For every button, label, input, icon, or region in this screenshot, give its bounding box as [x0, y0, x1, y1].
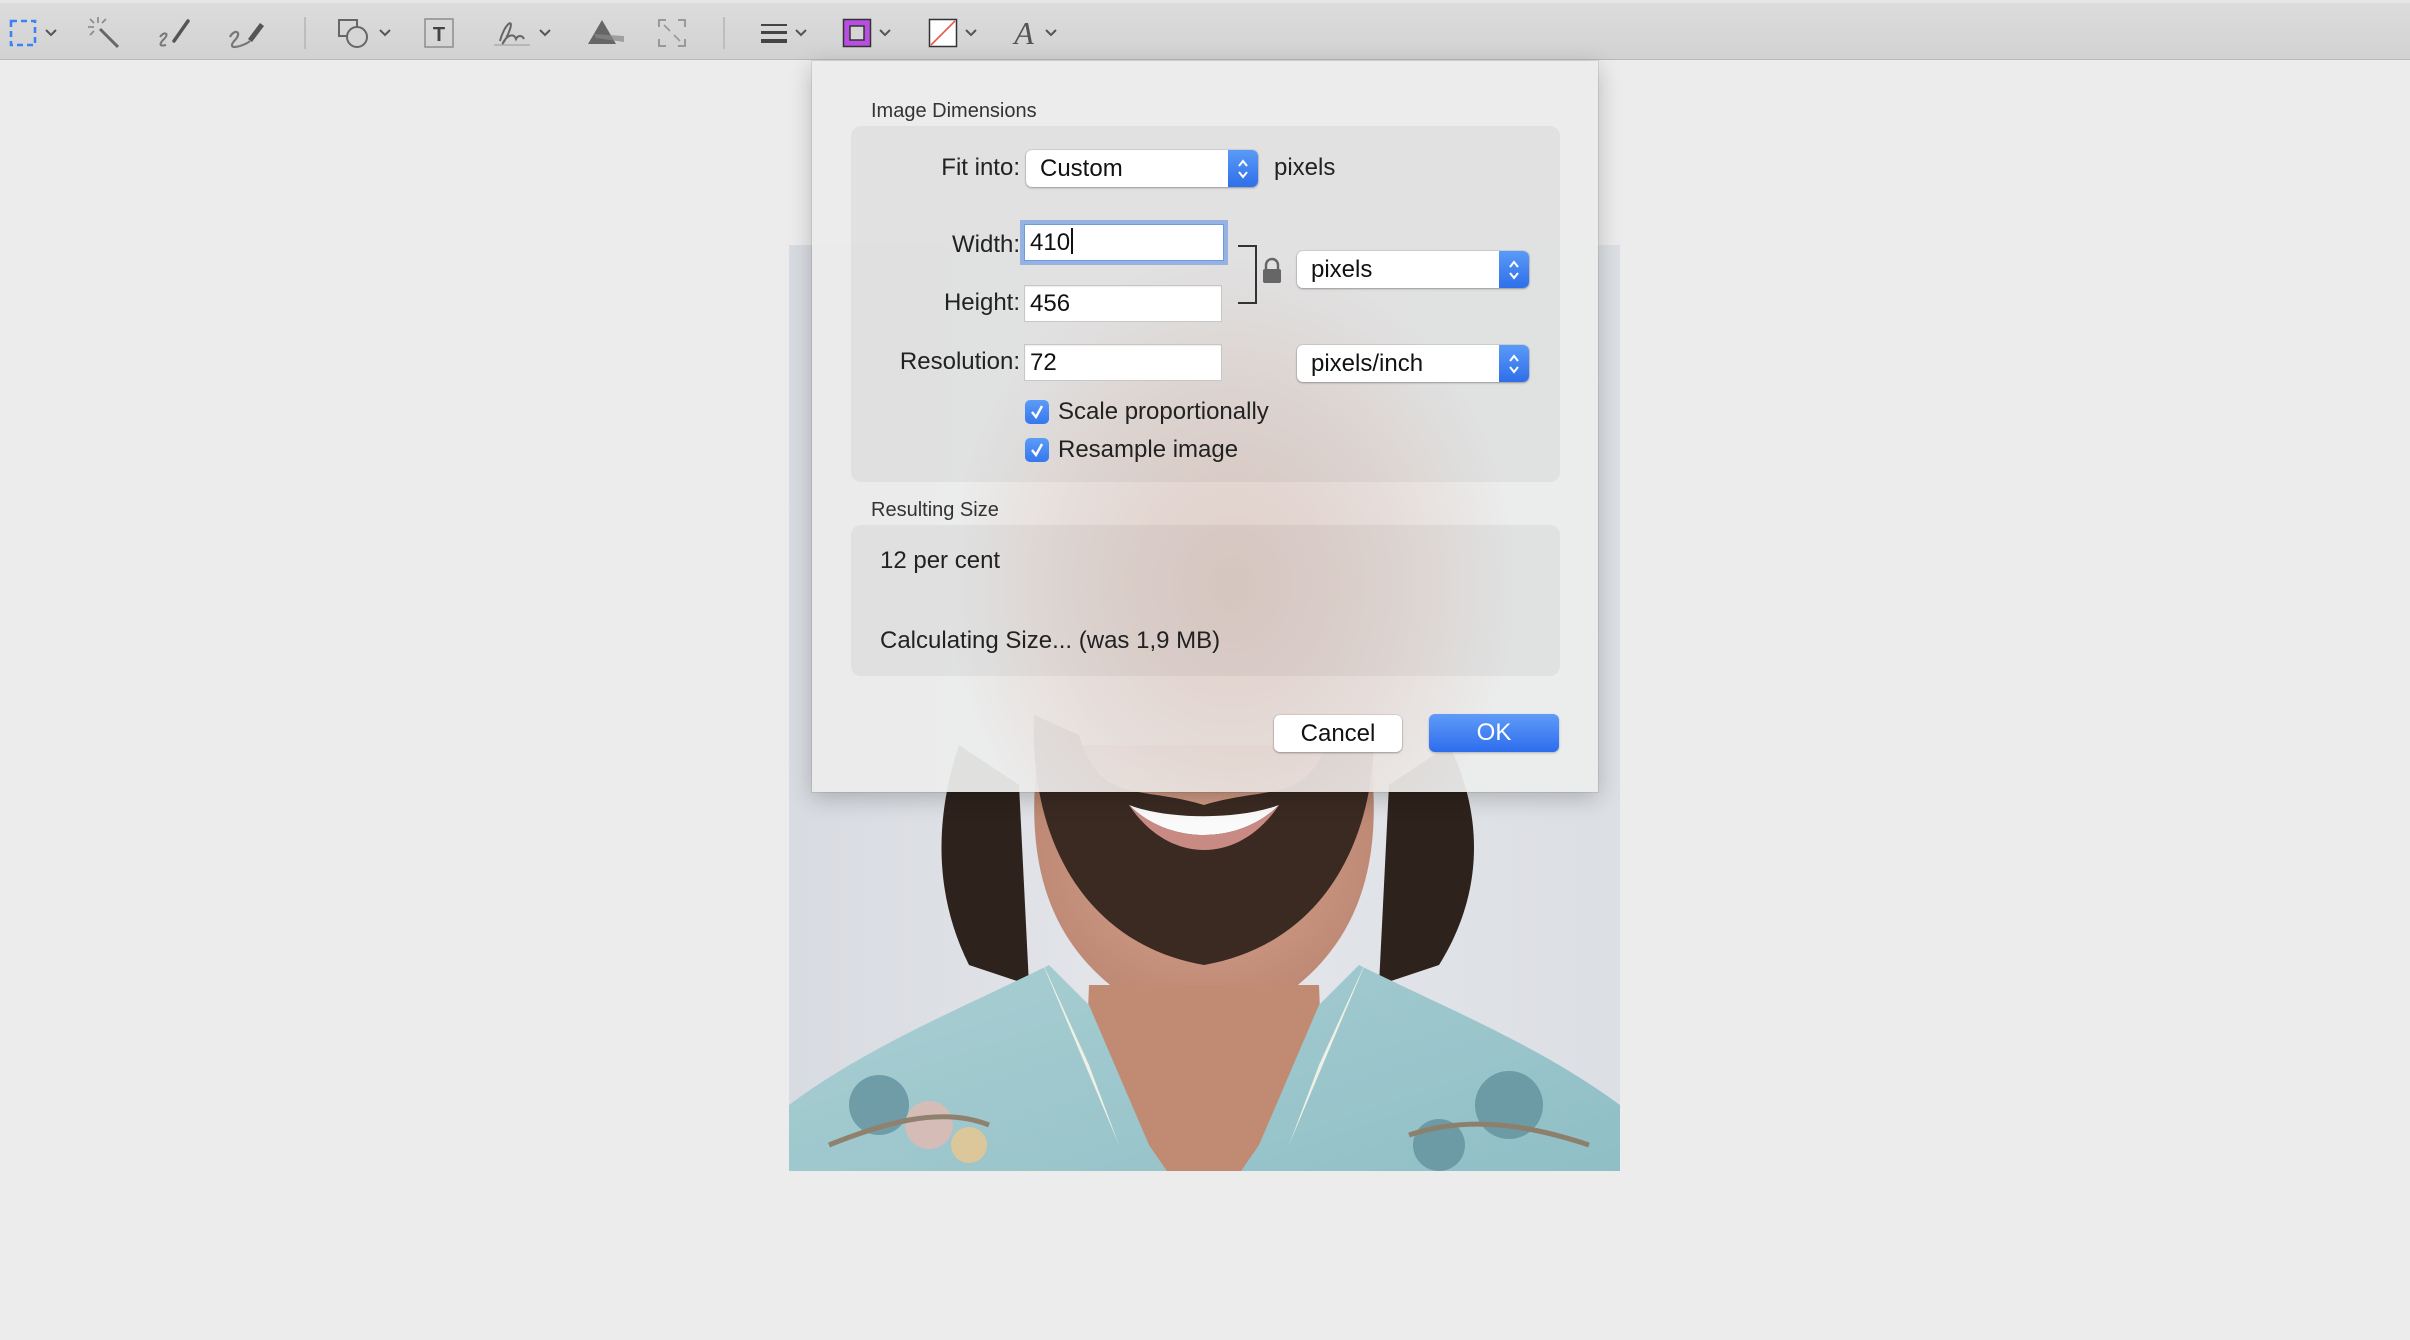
rectangular-selection-icon: [9, 19, 37, 47]
svg-text:A: A: [1012, 16, 1034, 50]
text-box-icon: T: [424, 18, 454, 48]
toolbar-divider: [723, 17, 725, 49]
resolution-value: 72: [1030, 349, 1057, 376]
signature-icon: [494, 22, 530, 46]
width-input[interactable]: 410: [1024, 224, 1224, 261]
height-label: Height:: [943, 289, 1020, 316]
magic-wand-icon: [88, 17, 120, 49]
resulting-size-text: Calculating Size... (was 1,9 MB): [880, 627, 1221, 654]
rectangular-selection-tool[interactable]: [8, 13, 58, 53]
height-value: 456: [1030, 290, 1071, 317]
instant-alpha-tool[interactable]: [86, 13, 122, 53]
resample-image-label[interactable]: Resample image: [1058, 436, 1238, 464]
checkmark-icon: [1031, 405, 1044, 420]
image-dimensions-heading: Image Dimensions: [871, 100, 1037, 122]
checkmark-icon: [1031, 443, 1044, 458]
sketch-tool[interactable]: [154, 13, 194, 53]
chevron-down-icon: [539, 29, 551, 37]
toolbar-divider: [304, 17, 306, 49]
size-unit-popup[interactable]: pixels: [1297, 251, 1529, 288]
resulting-percent-text: 12 per cent: [880, 547, 1001, 574]
scale-proportionally-label[interactable]: Scale proportionally: [1058, 398, 1269, 426]
draw-tool[interactable]: [224, 13, 268, 53]
cancel-button[interactable]: Cancel: [1274, 715, 1402, 752]
resample-image-checkbox[interactable]: [1025, 438, 1049, 462]
fit-into-popup[interactable]: Custom: [1026, 150, 1258, 187]
text-style-tool[interactable]: A: [1010, 13, 1058, 53]
adjust-color-prism-icon: [588, 20, 624, 44]
resolution-input[interactable]: 72: [1024, 344, 1222, 381]
resolution-unit-popup[interactable]: pixels/inch: [1297, 345, 1529, 382]
chevron-down-icon: [379, 29, 391, 37]
resulting-size-heading: Resulting Size: [871, 499, 999, 521]
shape-style-tool[interactable]: [760, 13, 808, 53]
up-down-chevron-icon: [1499, 345, 1529, 382]
shapes-tool[interactable]: [336, 13, 392, 53]
svg-text:T: T: [433, 24, 445, 46]
sign-tool[interactable]: [490, 13, 552, 53]
chevron-down-icon: [879, 29, 891, 37]
shapes-icon: [338, 19, 368, 48]
chevron-down-icon: [45, 29, 57, 37]
chevron-down-icon: [1045, 29, 1057, 37]
border-color-icon: [842, 18, 872, 48]
height-input[interactable]: 456: [1024, 285, 1222, 322]
chevron-down-icon: [965, 29, 977, 37]
text-tool[interactable]: T: [422, 13, 456, 53]
fill-color-tool[interactable]: [928, 13, 978, 53]
width-value: 410: [1030, 229, 1071, 256]
line-style-icon: [761, 24, 787, 43]
text-caret: [1071, 228, 1074, 254]
adjust-color-tool[interactable]: [584, 13, 626, 53]
text-style-icon: A: [1012, 16, 1034, 50]
adjust-size-tool[interactable]: [656, 13, 688, 53]
adjust-size-icon: [658, 19, 686, 47]
scale-proportionally-checkbox[interactable]: [1025, 400, 1049, 424]
ok-button[interactable]: OK: [1429, 714, 1559, 752]
up-down-chevron-icon: [1499, 251, 1529, 288]
size-unit-value: pixels: [1311, 256, 1373, 283]
image-dimensions-dialog: Image Dimensions Fit into: Custom pixels…: [812, 61, 1598, 792]
sketch-pen-icon: [159, 19, 190, 47]
up-down-chevron-icon: [1228, 150, 1258, 187]
fit-into-label: Fit into:: [941, 154, 1020, 181]
draw-marker-icon: [229, 23, 264, 49]
border-color-tool[interactable]: [842, 13, 892, 53]
lock-icon[interactable]: [1260, 256, 1284, 286]
fill-color-icon: [928, 18, 958, 48]
fit-into-value: Custom: [1040, 155, 1123, 182]
markup-toolbar: T A: [0, 0, 2410, 60]
fit-into-unit-label: pixels: [1274, 154, 1336, 181]
width-label: Width:: [951, 231, 1020, 258]
chevron-down-icon: [795, 29, 807, 37]
resolution-unit-value: pixels/inch: [1311, 350, 1424, 377]
resolution-label: Resolution:: [899, 348, 1020, 375]
